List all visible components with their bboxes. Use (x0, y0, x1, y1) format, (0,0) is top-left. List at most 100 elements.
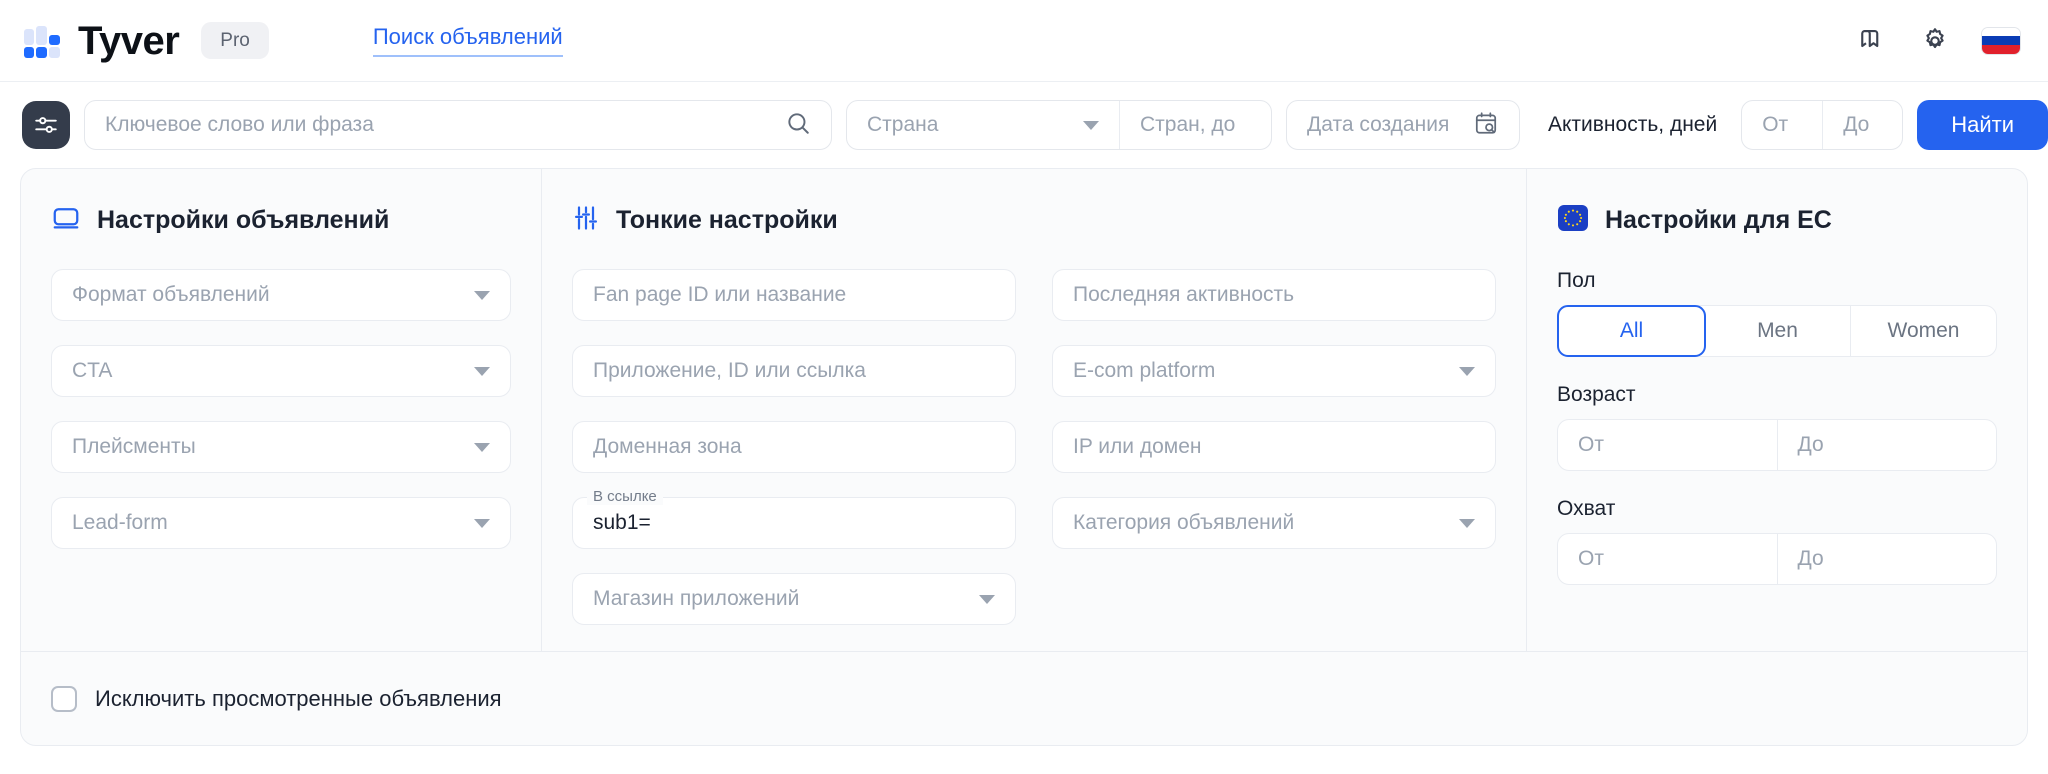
calendar-search-icon[interactable] (1473, 110, 1499, 141)
eu-settings-title: Настройки для ЕС (1605, 205, 1832, 234)
country-select[interactable]: Страна (847, 101, 1119, 149)
ad-format-select[interactable]: Формат объявлений (51, 269, 511, 321)
age-range-group: От До (1557, 419, 1997, 471)
age-from-input[interactable]: От (1558, 420, 1777, 470)
display-monitor-icon (51, 203, 81, 238)
ads-settings-column: Настройки объявлений Формат объявлений C… (21, 169, 541, 651)
app-placeholder: Приложение, ID или ссылка (593, 359, 866, 382)
fine-settings-column: Тонкие настройки Fan page ID или названи… (541, 169, 1527, 651)
app-header: Tyver Pro Поиск объявлений (0, 0, 2048, 82)
search-icon[interactable] (785, 110, 811, 141)
tyver-logo-icon (22, 21, 62, 61)
chevron-down-icon (474, 290, 490, 300)
activity-range-group: От До (1741, 100, 1904, 150)
in-link-value: sub1= (593, 511, 651, 534)
pro-badge: Pro (201, 22, 269, 59)
gender-option-men[interactable]: Men (1705, 306, 1851, 356)
filters-columns: Настройки объявлений Формат объявлений C… (21, 169, 2027, 651)
creation-date-field[interactable]: Дата создания (1287, 101, 1519, 149)
chevron-down-icon (979, 594, 995, 604)
search-bar: Страна Стран, до Дата создания Активност… (0, 82, 2048, 168)
fanpage-placeholder: Fan page ID или название (593, 283, 847, 306)
search-input[interactable] (105, 113, 785, 137)
placements-placeholder: Плейсменты (72, 435, 196, 458)
country-placeholder: Страна (867, 113, 939, 136)
main-nav: Поиск объявлений (372, 24, 563, 57)
app-input[interactable]: Приложение, ID или ссылка (572, 345, 1016, 397)
ad-category-select[interactable]: Категория объявлений (1052, 497, 1496, 549)
chevron-down-icon (474, 442, 490, 452)
ip-or-domain-placeholder: IP или домен (1073, 435, 1202, 458)
filter-toggle-button[interactable] (22, 101, 70, 149)
find-button[interactable]: Найти (1917, 100, 2048, 150)
date-group: Дата создания (1286, 100, 1520, 150)
ad-format-placeholder: Формат объявлений (72, 283, 270, 306)
panel-footer: Исключить просмотренные объявления (21, 651, 2027, 745)
reach-range-group: От До (1557, 533, 1997, 585)
lead-form-select[interactable]: Lead-form (51, 497, 511, 549)
gender-segmented-control: All Men Women (1557, 305, 1997, 357)
in-link-input[interactable]: В ссылке sub1= (572, 488, 1016, 549)
last-activity-input[interactable]: Последняя активность (1052, 269, 1496, 321)
activity-to-placeholder: До (1843, 113, 1870, 136)
reach-from-input[interactable]: От (1558, 534, 1777, 584)
ecom-platform-select[interactable]: E-com platform (1052, 345, 1496, 397)
filters-panel: Настройки объявлений Формат объявлений C… (20, 168, 2028, 746)
fanpage-input[interactable]: Fan page ID или название (572, 269, 1016, 321)
date-placeholder: Дата создания (1307, 113, 1450, 136)
reach-to-input[interactable]: До (1776, 534, 1997, 584)
fine-settings-title: Тонкие настройки (616, 205, 838, 234)
reach-label: Охват (1557, 497, 1616, 520)
age-to-input[interactable]: До (1776, 420, 1997, 470)
chevron-down-icon (1083, 120, 1099, 130)
eu-settings-column: Настройки для ЕС Пол All Men Women Возра… (1527, 169, 2027, 651)
russia-flag-icon[interactable] (1982, 27, 2020, 54)
brand[interactable]: Tyver Pro (22, 21, 269, 61)
exclude-viewed-label: Исключить просмотренные объявления (95, 685, 502, 711)
bookmark-icon[interactable] (1854, 24, 1888, 58)
country-group: Страна Стран, до (846, 100, 1272, 150)
age-label: Возраст (1557, 383, 1636, 406)
ads-settings-header: Настройки объявлений (51, 203, 511, 237)
chevron-down-icon (474, 518, 490, 528)
keyword-search-field[interactable] (84, 100, 832, 150)
country-count-placeholder: Стран, до (1140, 113, 1236, 136)
gender-label: Пол (1557, 269, 1596, 292)
activity-from-input[interactable]: От (1742, 101, 1822, 149)
lead-form-placeholder: Lead-form (72, 511, 168, 534)
gender-option-all[interactable]: All (1557, 305, 1706, 357)
last-activity-placeholder: Последняя активность (1073, 283, 1295, 306)
app-store-select[interactable]: Магазин приложений (572, 573, 1016, 625)
chevron-down-icon (1459, 518, 1475, 528)
activity-days-label: Активность, дней (1548, 113, 1718, 136)
eu-flag-icon (1557, 202, 1589, 239)
fine-settings-header: Тонкие настройки (572, 203, 1496, 237)
exclude-viewed-checkbox[interactable] (51, 685, 77, 712)
domain-zone-input[interactable]: Доменная зона (572, 421, 1016, 473)
gear-icon[interactable] (1918, 24, 1952, 58)
domain-zone-placeholder: Доменная зона (593, 435, 742, 458)
fine-left-fields: Fan page ID или название Приложение, ID … (572, 269, 1016, 649)
in-link-label: В ссылке (587, 488, 663, 505)
cta-placeholder: CTA (72, 359, 113, 382)
chevron-down-icon (1459, 366, 1475, 376)
gender-option-women[interactable]: Women (1851, 306, 1996, 356)
brand-wordmark: Tyver (78, 18, 180, 63)
placements-select[interactable]: Плейсменты (51, 421, 511, 473)
equalizer-sliders-icon (572, 204, 600, 237)
header-actions (1854, 24, 2020, 58)
nav-link-ad-search[interactable]: Поиск объявлений (372, 24, 563, 57)
ads-settings-title: Настройки объявлений (97, 205, 390, 234)
ad-category-placeholder: Категория объявлений (1073, 511, 1295, 534)
fine-right-fields: Последняя активность E-com platform IP и… (1052, 269, 1496, 649)
activity-to-input[interactable]: До (1822, 101, 1902, 149)
ecom-platform-placeholder: E-com platform (1073, 359, 1216, 382)
ip-or-domain-input[interactable]: IP или домен (1052, 421, 1496, 473)
app-store-placeholder: Магазин приложений (593, 587, 800, 610)
country-count-input[interactable]: Стран, до (1119, 101, 1271, 149)
chevron-down-icon (474, 366, 490, 376)
cta-select[interactable]: CTA (51, 345, 511, 397)
fine-settings-grid: Fan page ID или название Приложение, ID … (572, 269, 1496, 649)
eu-settings-header: Настройки для ЕС (1557, 203, 1997, 237)
activity-from-placeholder: От (1762, 113, 1789, 136)
